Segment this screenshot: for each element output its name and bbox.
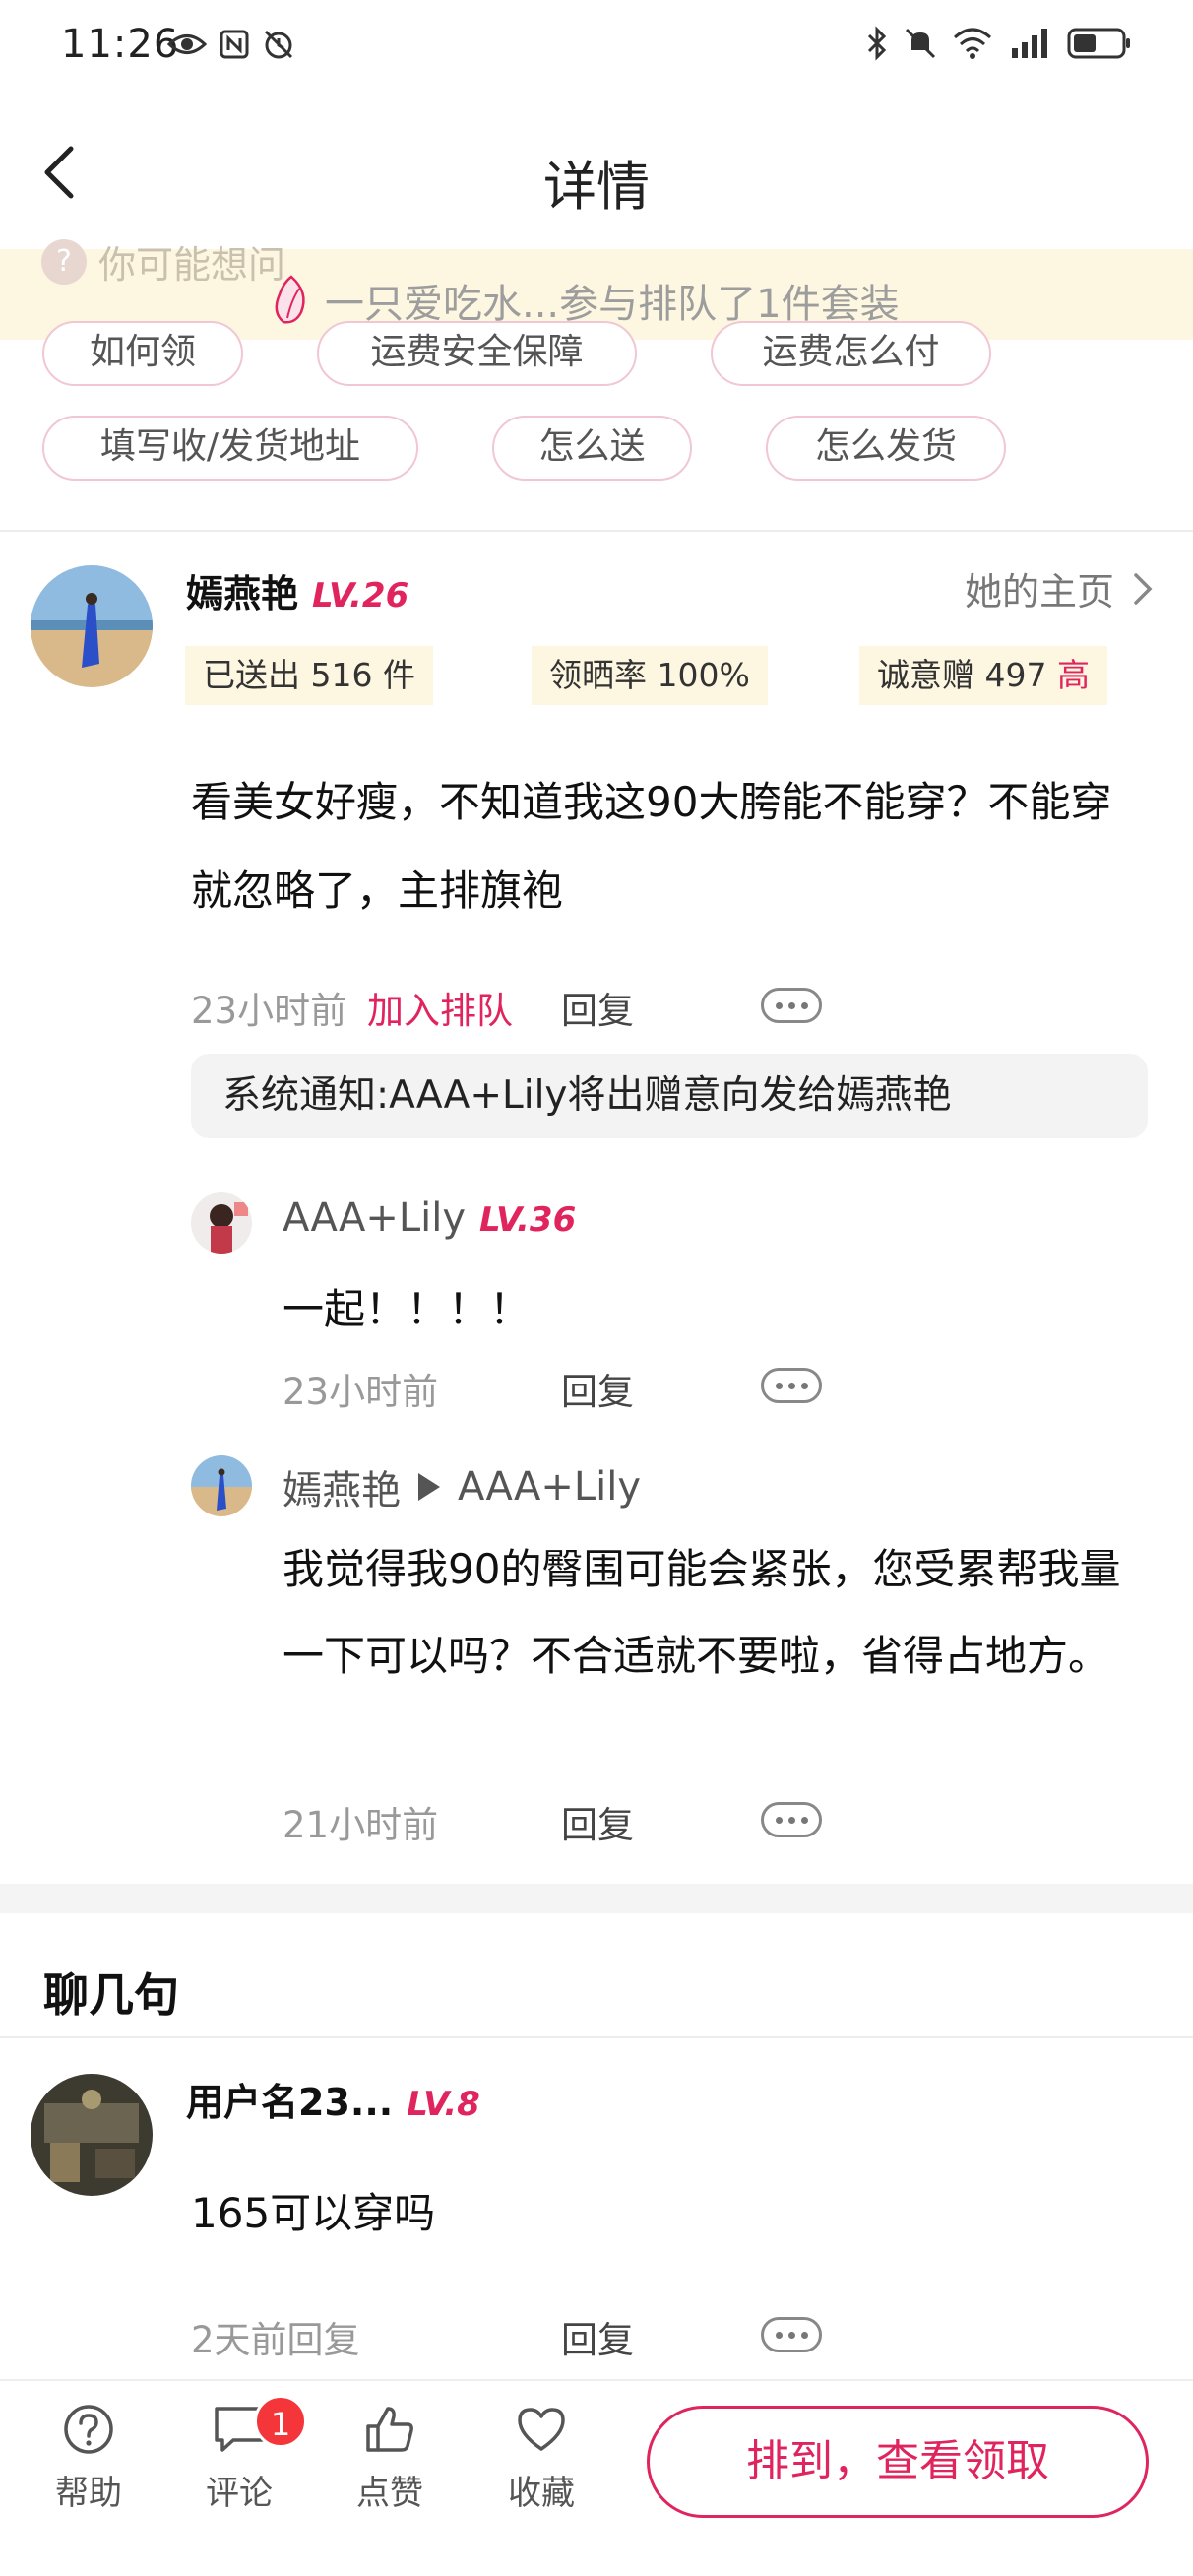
post-text: 看美女好瘦，不知道我这90大胯能不能穿？不能穿就忽略了，主排旗袍 — [191, 778, 1112, 915]
reply-button[interactable]: 回复 — [561, 2310, 634, 2363]
tab-help-label: 帮助 — [55, 2474, 122, 2513]
username[interactable]: 用户名23... — [186, 2072, 393, 2126]
battery-icon — [1067, 27, 1132, 60]
post-author: 嫣燕艳 LV.26 — [186, 563, 408, 617]
mute-icon — [904, 27, 937, 60]
eye-icon — [167, 30, 207, 59]
divider — [0, 2036, 1193, 2038]
join-queue-button[interactable]: 加入排队 — [367, 981, 513, 1034]
status-icons-left — [167, 28, 295, 61]
page-title: 详情 — [543, 156, 650, 218]
homepage-link-label: 她的主页 — [964, 570, 1114, 613]
chevron-right-icon — [1132, 571, 1154, 607]
bluetooth-icon — [866, 26, 888, 61]
reply-avatar[interactable] — [191, 1192, 252, 1254]
stat-sent: 已送出 516 件 — [185, 646, 433, 705]
section-divider — [0, 1884, 1193, 1913]
username[interactable]: 嫣燕艳 — [186, 563, 298, 617]
tab-favorite-label: 收藏 — [508, 2474, 575, 2513]
stat-sincerity: 诚意赠 497 高 — [859, 646, 1107, 705]
more-options-icon[interactable] — [761, 2317, 822, 2352]
help-icon — [39, 2403, 138, 2456]
level-badge: LV.26 — [312, 576, 409, 615]
alarm-icon — [262, 28, 295, 61]
reply-text: 我觉得我90的臀围可能会紧张，您受累帮我量一下可以吗？不合适就不要啦，省得占地方… — [283, 1545, 1121, 1680]
reply-username[interactable]: 嫣燕艳 — [283, 1458, 401, 1515]
arrow-right-icon — [414, 1469, 444, 1505]
avatar[interactable] — [31, 565, 153, 687]
faq-header-label: 你可能想问 — [98, 243, 286, 287]
reply-time: 21小时前 — [283, 1804, 439, 1846]
view-claim-button[interactable]: 排到，查看领取 — [647, 2406, 1149, 2518]
question-icon: ? — [41, 238, 87, 285]
post-time: 23小时前 — [191, 990, 347, 1032]
signal-icon — [1008, 27, 1051, 60]
thumbs-up-icon — [341, 2403, 439, 2456]
reply-author: AAA+Lily LV.36 — [283, 1195, 576, 1241]
homepage-link[interactable]: 她的主页 — [965, 561, 1154, 615]
comment-text: 165可以穿吗 — [191, 2189, 436, 2237]
tab-favorite[interactable]: 收藏 — [492, 2403, 591, 2514]
faq-header-faded: ? 你可能想问 — [41, 234, 285, 289]
level-badge: LV.8 — [407, 2085, 480, 2124]
status-icons-right — [866, 26, 1132, 61]
reply-button[interactable]: 回复 — [561, 981, 634, 1034]
reply-button[interactable]: 回复 — [561, 1362, 634, 1415]
tab-like-label: 点赞 — [356, 2474, 423, 2513]
section-title: 聊几句 — [43, 1968, 179, 2022]
reply-to-username[interactable]: AAA+Lily — [458, 1464, 641, 1510]
petal-icon — [266, 273, 317, 328]
stat-sincerity-label: 诚意赠 497 — [877, 656, 1047, 694]
chip-shipping-payment[interactable]: 运费怎么付 — [711, 321, 991, 386]
tab-like[interactable]: 点赞 — [341, 2403, 439, 2514]
heart-icon — [492, 2403, 591, 2456]
more-options-icon[interactable] — [761, 1802, 822, 1837]
reply-time: 23小时前 — [283, 1371, 439, 1413]
reply-button[interactable]: 回复 — [561, 1795, 634, 1848]
system-notice: 系统通知:AAA+Lily将出赠意向发给嫣燕艳 — [191, 1054, 1148, 1138]
reply-author: 嫣燕艳 AAA+Lily — [283, 1458, 641, 1515]
chip-how-to-claim[interactable]: 如何领 — [42, 321, 243, 386]
more-options-icon[interactable] — [761, 1368, 822, 1403]
chip-how-to-ship[interactable]: 怎么发货 — [766, 416, 1006, 481]
more-options-icon[interactable] — [761, 988, 822, 1023]
chip-shipping-guarantee[interactable]: 运费安全保障 — [317, 321, 637, 386]
stat-review-rate: 领晒率 100% — [532, 646, 768, 705]
tab-comment-label: 评论 — [206, 2474, 273, 2513]
tab-help[interactable]: 帮助 — [39, 2403, 138, 2514]
reply-text: 一起！！！！ — [283, 1285, 532, 1333]
nfc-icon — [219, 29, 250, 60]
chip-how-to-send[interactable]: 怎么送 — [492, 416, 692, 481]
chip-fill-address[interactable]: 填写收/发货地址 — [42, 416, 418, 481]
comment-time: 2天前回复 — [191, 2319, 360, 2361]
comment-count-badge: 1 — [254, 2395, 307, 2448]
avatar[interactable] — [31, 2074, 153, 2196]
status-time: 11:26 — [61, 22, 180, 67]
reply-avatar[interactable] — [191, 1455, 252, 1516]
stat-sincerity-level: 高 — [1056, 656, 1090, 694]
wifi-icon — [953, 28, 992, 59]
divider — [0, 530, 1193, 532]
reply-username[interactable]: AAA+Lily — [283, 1195, 466, 1241]
reply-level-badge: LV.36 — [479, 1200, 577, 1240]
comment-author: 用户名23... LV.8 — [186, 2072, 480, 2126]
